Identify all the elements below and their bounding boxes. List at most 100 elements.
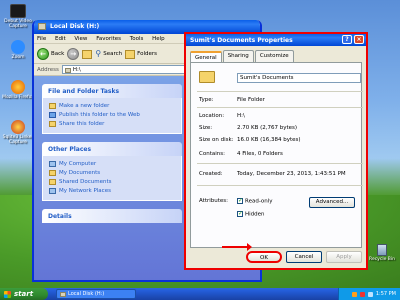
desktop-icon-label: Mozilla Firefox bbox=[2, 95, 34, 100]
divider bbox=[197, 163, 363, 164]
desktop-icon-recycle-bin[interactable]: Recycle Bin bbox=[366, 244, 398, 262]
back-button[interactable]: ← Back bbox=[37, 47, 65, 60]
menu-view[interactable]: View bbox=[74, 36, 87, 42]
search-button[interactable]: ⚲ Search bbox=[95, 49, 122, 58]
file-folder-tasks-list: Make a new folder Publish this folder to… bbox=[42, 98, 182, 134]
tab-customize[interactable]: Customize bbox=[254, 50, 294, 62]
size-value: 2.70 KB (2,767 bytes) bbox=[237, 125, 298, 131]
location-label: Location: bbox=[199, 113, 225, 119]
forward-button[interactable]: → bbox=[67, 47, 80, 60]
other-places-list: My Computer My Documents Shared Document… bbox=[42, 156, 182, 201]
created-label: Created: bbox=[199, 171, 223, 177]
cancel-button[interactable]: Cancel bbox=[286, 251, 322, 263]
menu-file[interactable]: File bbox=[37, 36, 46, 42]
other-places-header[interactable]: Other Places bbox=[42, 142, 182, 156]
drive-icon bbox=[38, 23, 46, 30]
task-label: Make a new folder bbox=[59, 103, 110, 109]
properties-titlebar[interactable]: Sumit's Documents Properties ? × bbox=[186, 34, 366, 46]
place-network-places[interactable]: My Network Places bbox=[49, 187, 175, 196]
clock[interactable]: 1:57 PM bbox=[376, 291, 396, 297]
hidden-check-icon bbox=[237, 210, 243, 217]
forward-arrow-icon: → bbox=[67, 47, 80, 60]
other-places-pane: Other Places My Computer My Documents Sh… bbox=[42, 142, 182, 201]
task-label: Share this folder bbox=[59, 121, 105, 127]
hidden-row: Hidden bbox=[199, 210, 265, 218]
attributes-label: Attributes: bbox=[199, 198, 229, 204]
desktop-icon-firefox[interactable]: Mozilla Firefox bbox=[2, 80, 34, 100]
apply-button[interactable]: Apply bbox=[326, 251, 362, 263]
divider bbox=[197, 185, 363, 186]
taskbar-item-label: Local Disk (H:) bbox=[68, 291, 105, 297]
contains-label: Contains: bbox=[199, 151, 225, 157]
up-button[interactable] bbox=[82, 49, 93, 59]
firefox-icon bbox=[11, 80, 25, 94]
start-label: start bbox=[14, 290, 34, 298]
ok-button[interactable]: OK bbox=[246, 251, 282, 263]
folder-up-icon bbox=[82, 49, 93, 59]
size-on-disk-value: 16.0 KB (16,384 bytes) bbox=[237, 137, 301, 143]
start-button[interactable]: start bbox=[0, 288, 48, 300]
properties-title: Sumit's Documents Properties bbox=[190, 37, 293, 44]
hidden-label: Hidden bbox=[245, 211, 265, 218]
task-publish-web[interactable]: Publish this folder to the Web bbox=[49, 111, 175, 120]
desktop-icon-label: Zoom bbox=[11, 55, 25, 60]
taskbar-item-local-disk[interactable]: Local Disk (H:) bbox=[56, 289, 136, 299]
hidden-checkbox[interactable]: Hidden bbox=[237, 210, 265, 218]
system-tray: 1:57 PM bbox=[338, 288, 400, 300]
tray-icon[interactable] bbox=[359, 291, 365, 297]
created-row: Created: Today, December 23, 2013, 1:43:… bbox=[199, 171, 346, 177]
folder-name-input[interactable]: Sumit's Documents bbox=[237, 73, 361, 83]
readonly-checkbox[interactable]: Read-only bbox=[237, 197, 273, 205]
place-shared-documents[interactable]: Shared Documents bbox=[49, 178, 175, 187]
globe-icon bbox=[49, 112, 56, 118]
details-header[interactable]: Details bbox=[42, 209, 182, 223]
network-icon bbox=[49, 188, 56, 194]
address-value: H:\ bbox=[72, 66, 81, 73]
menu-tools[interactable]: Tools bbox=[130, 36, 144, 42]
search-label: Search bbox=[103, 50, 123, 57]
address-label: Address bbox=[37, 66, 59, 73]
tray-icon[interactable] bbox=[367, 291, 373, 297]
divider bbox=[197, 107, 363, 108]
back-arrow-icon: ← bbox=[37, 47, 49, 60]
desktop-icon-label: Sqlite3 Linker Capture bbox=[2, 135, 34, 145]
video-capture-icon bbox=[10, 4, 26, 18]
place-my-computer[interactable]: My Computer bbox=[49, 160, 175, 169]
menu-edit[interactable]: Edit bbox=[55, 36, 66, 42]
menu-help[interactable]: Help bbox=[152, 36, 165, 42]
place-label: My Documents bbox=[59, 170, 101, 176]
task-make-new-folder[interactable]: Make a new folder bbox=[49, 102, 175, 111]
dialog-buttons: OK Cancel Apply bbox=[246, 251, 362, 263]
menu-favorites[interactable]: Favorites bbox=[96, 36, 121, 42]
folder-icon bbox=[199, 71, 215, 83]
back-label: Back bbox=[51, 50, 65, 57]
tab-sharing[interactable]: Sharing bbox=[222, 50, 254, 62]
desktop-icon-sqlite[interactable]: Sqlite3 Linker Capture bbox=[2, 120, 34, 145]
type-value: File Folder bbox=[237, 97, 265, 103]
folders-button[interactable]: Folders bbox=[125, 49, 157, 59]
readonly-check-icon bbox=[237, 197, 243, 204]
place-label: Shared Documents bbox=[59, 179, 112, 185]
tray-icon[interactable] bbox=[351, 291, 357, 297]
size-on-disk-label: Size on disk: bbox=[199, 137, 234, 143]
computer-icon bbox=[49, 161, 56, 167]
help-icon[interactable]: ? bbox=[342, 35, 352, 44]
folders-label: Folders bbox=[137, 50, 157, 57]
desktop-icon-debut[interactable]: Debut Video Capture bbox=[2, 4, 34, 29]
drive-small-icon bbox=[64, 67, 71, 73]
close-icon[interactable]: × bbox=[354, 35, 364, 44]
desktop-icon-zoom[interactable]: Zoom bbox=[2, 40, 34, 60]
type-row: Type: File Folder bbox=[199, 97, 265, 103]
location-row: Location: H:\ bbox=[199, 113, 245, 119]
advanced-button[interactable]: Advanced... bbox=[309, 197, 355, 208]
folders-icon bbox=[125, 49, 136, 59]
task-share-folder[interactable]: Share this folder bbox=[49, 120, 175, 129]
sqlite-capture-icon bbox=[11, 120, 25, 134]
size-on-disk-row: Size on disk: 16.0 KB (16,384 bytes) bbox=[199, 137, 301, 143]
file-folder-tasks-header[interactable]: File and Folder Tasks bbox=[42, 84, 182, 98]
file-folder-tasks-pane: File and Folder Tasks Make a new folder … bbox=[42, 84, 182, 134]
search-icon: ⚲ bbox=[95, 49, 102, 58]
place-my-documents[interactable]: My Documents bbox=[49, 169, 175, 178]
properties-tabs: General Sharing Customize bbox=[186, 46, 366, 63]
details-pane: Details bbox=[42, 209, 182, 223]
